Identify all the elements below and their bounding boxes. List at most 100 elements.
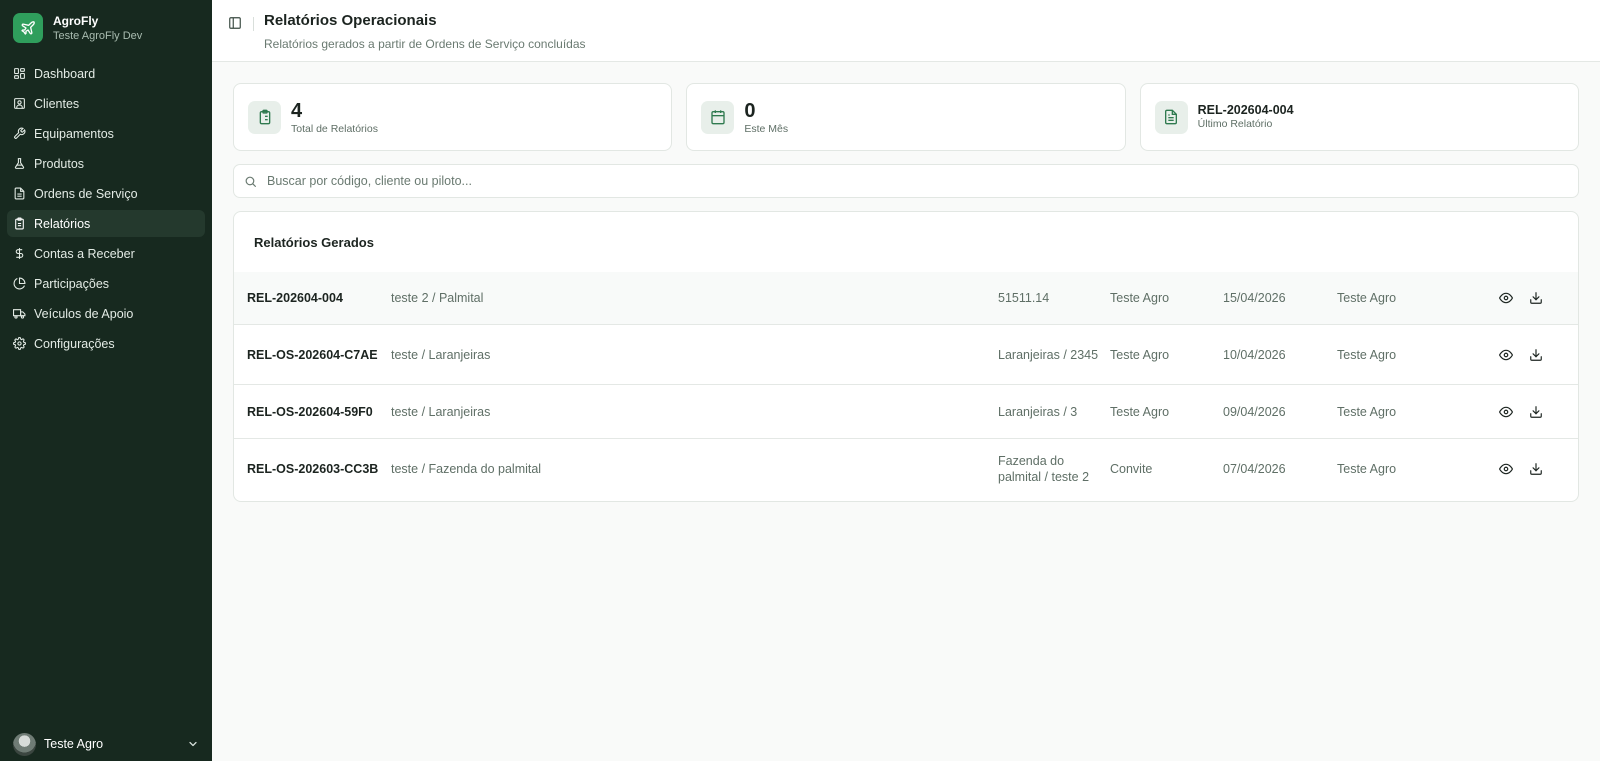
stat-label: Último Relatório [1197, 118, 1273, 130]
stat-card-last: REL-202604-004 Último Relatório [1139, 83, 1579, 151]
sidebar-item-dashboard[interactable]: Dashboard [7, 60, 205, 87]
download-icon [1530, 292, 1542, 304]
stat-value: REL-202604-004 [1197, 103, 1294, 117]
sidebar-item-label: Dashboard [34, 66, 96, 81]
reports-card: Relatórios Gerados REL-202604-004 teste … [233, 211, 1579, 502]
report-area: 51511.14 [998, 291, 1050, 305]
sidebar-item-produtos[interactable]: Produtos [7, 150, 205, 177]
user-menu[interactable]: Teste Agro [0, 727, 212, 761]
chevron-down-icon [189, 741, 197, 747]
sidebar: AgroFly Teste AgroFly Dev Dashboard Clie… [0, 0, 212, 761]
page-subtitle: Relatórios gerados a partir de Ordens de… [264, 37, 586, 51]
report-pilot: Teste Agro [1110, 347, 1170, 362]
report-date: 15/04/2026 [1223, 291, 1286, 305]
sidebar-item-label: Contas a Receber [34, 246, 135, 261]
app-name: AgroFly [53, 13, 99, 28]
download-button[interactable] [1528, 347, 1544, 363]
sidebar-item-equipamentos[interactable]: Equipamentos [7, 120, 205, 147]
report-client: teste / Laranjeiras [391, 404, 491, 419]
sidebar-item-label: Configurações [34, 336, 115, 351]
sidebar-item-ordens-de-servico[interactable]: Ordens de Serviço [7, 180, 205, 207]
report-author: Teste Agro [1337, 347, 1397, 362]
search-icon [245, 176, 256, 187]
stat-label: Total de Relatórios [291, 122, 378, 135]
report-pilot: Convite [1110, 462, 1153, 476]
sidebar-nav: Dashboard Clientes Equipamentos Produtos… [0, 56, 212, 364]
stat-value: 0 [744, 99, 756, 122]
sidebar-item-relatorios[interactable]: Relatórios [7, 210, 205, 237]
download-button[interactable] [1528, 461, 1544, 477]
sidebar-item-label: Ordens de Serviço [34, 186, 138, 201]
truck-icon [13, 309, 26, 319]
download-button[interactable] [1528, 404, 1544, 420]
sidebar-item-contas-a-receber[interactable]: Contas a Receber [7, 240, 205, 267]
gear-icon [13, 337, 26, 350]
page-header: Relatórios Operacionais Relatórios gerad… [212, 0, 1600, 62]
sidebar-item-label: Equipamentos [34, 126, 114, 141]
file-text-icon [1154, 100, 1188, 134]
contact-icon [14, 98, 25, 109]
report-pilot: Teste Agro [1110, 404, 1170, 419]
view-button[interactable] [1498, 347, 1514, 363]
eye-icon [1499, 349, 1513, 360]
main-content: Relatórios Operacionais Relatórios gerad… [212, 0, 1600, 761]
report-client: teste / Fazenda do palmital [391, 462, 542, 476]
sidebar-item-label: Veículos de Apoio [34, 306, 134, 321]
user-name: Teste Agro [44, 737, 104, 751]
header-divider [253, 17, 254, 31]
report-code: REL-202604-004 [247, 291, 343, 305]
flask-icon [14, 158, 25, 169]
sidebar-item-configuracoes[interactable]: Configurações [7, 330, 205, 357]
eye-icon [1499, 406, 1513, 417]
sidebar-item-label: Participações [34, 276, 110, 291]
report-area: Laranjeiras / 2345 [998, 347, 1099, 362]
report-date: 07/04/2026 [1223, 462, 1286, 476]
workspace-name: Teste AgroFly Dev [53, 29, 143, 42]
report-area: Fazenda do palmital / teste 2 [998, 454, 1090, 484]
download-icon [1530, 348, 1542, 361]
sidebar-item-veiculos-de-apoio[interactable]: Veículos de Apoio [7, 300, 205, 327]
card-title: Relatórios Gerados [254, 235, 374, 250]
stat-card-month: 0 Este Mês [686, 83, 1126, 151]
document-icon [14, 187, 25, 200]
report-client: teste / Laranjeiras [391, 347, 491, 362]
report-author: Teste Agro [1337, 462, 1397, 476]
table-row[interactable]: REL-OS-202604-C7AE teste / Laranjeiras L… [234, 325, 1578, 385]
sidebar-item-label: Produtos [34, 156, 85, 171]
sidebar-item-participacoes[interactable]: Participações [7, 270, 205, 297]
report-code: REL-OS-202604-C7AE [247, 347, 378, 362]
calendar-icon [701, 100, 735, 134]
table-row[interactable]: REL-202604-004 teste 2 / Palmital 51511.… [234, 272, 1578, 325]
view-button[interactable] [1498, 404, 1514, 420]
download-button[interactable] [1528, 290, 1544, 306]
plane-logo-icon [13, 13, 43, 43]
table-row[interactable]: REL-OS-202604-59F0 teste / Laranjeiras L… [234, 385, 1578, 439]
report-client: teste 2 / Palmital [391, 291, 484, 305]
view-button[interactable] [1498, 461, 1514, 477]
report-pilot: Teste Agro [1110, 291, 1170, 305]
view-button[interactable] [1498, 290, 1514, 306]
table-row[interactable]: REL-OS-202603-CC3B teste / Fazenda do pa… [234, 439, 1578, 499]
grid-icon [14, 68, 25, 79]
download-icon [1530, 405, 1542, 418]
eye-icon [1499, 463, 1513, 475]
report-code: REL-OS-202604-59F0 [247, 404, 373, 419]
wrench-icon [14, 127, 26, 139]
stat-label: Este Mês [744, 122, 789, 135]
report-date: 09/04/2026 [1223, 404, 1286, 419]
reports-list: REL-202604-004 teste 2 / Palmital 51511.… [234, 272, 1578, 499]
download-icon [1530, 463, 1542, 475]
pie-chart-icon [13, 277, 26, 290]
search-input[interactable] [267, 174, 1568, 188]
stat-value: 4 [291, 99, 303, 122]
page-title: Relatórios Operacionais [264, 12, 437, 29]
sidebar-toggle-icon[interactable] [228, 16, 244, 32]
search-bar [233, 164, 1579, 198]
sidebar-item-clientes[interactable]: Clientes [7, 90, 205, 117]
brand[interactable]: AgroFly Teste AgroFly Dev [0, 0, 212, 56]
clipboard-icon [15, 217, 24, 230]
report-code: REL-OS-202603-CC3B [247, 462, 379, 476]
report-author: Teste Agro [1337, 404, 1397, 419]
report-area: Laranjeiras / 3 [998, 404, 1078, 419]
sidebar-item-label: Relatórios [34, 216, 91, 231]
